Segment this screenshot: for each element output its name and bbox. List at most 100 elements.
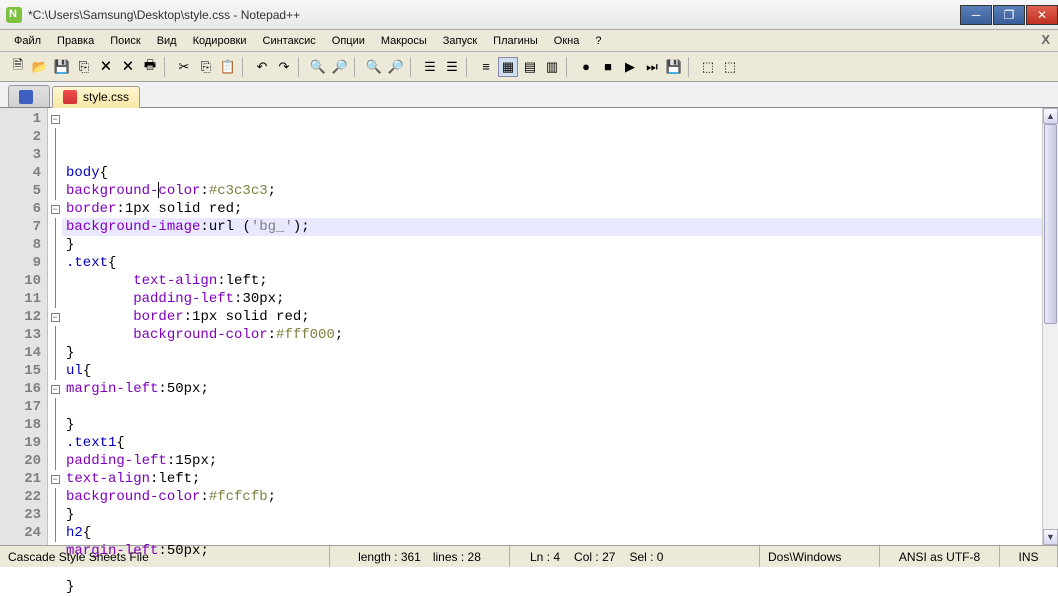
fold-marker[interactable] xyxy=(48,326,62,344)
menu-run[interactable]: Запуск xyxy=(435,32,485,50)
toolbar-button[interactable]: ▤ xyxy=(520,57,540,77)
fold-marker[interactable]: − xyxy=(48,110,62,128)
fold-marker[interactable] xyxy=(48,524,62,542)
print-button[interactable]: 🖶 xyxy=(140,57,160,77)
play-multi-button[interactable]: ⏭ xyxy=(642,57,662,77)
play-macro-button[interactable]: ▶ xyxy=(620,57,640,77)
code-line[interactable]: background-color:#c3c3c3; xyxy=(62,182,1042,200)
paste-button[interactable]: 📋 xyxy=(218,57,238,77)
fold-marker[interactable]: − xyxy=(48,200,62,218)
fold-marker[interactable] xyxy=(48,128,62,146)
code-line[interactable]: } xyxy=(62,416,1042,434)
fold-marker[interactable]: − xyxy=(48,308,62,326)
fold-marker[interactable] xyxy=(48,272,62,290)
close-file-button[interactable]: 🗙 xyxy=(96,57,116,77)
minimize-button[interactable]: ─ xyxy=(960,5,992,25)
tab-stylecss[interactable]: style.css xyxy=(52,86,140,108)
save-macro-button[interactable]: 💾 xyxy=(664,57,684,77)
code-line[interactable]: } xyxy=(62,344,1042,362)
code-line[interactable]: background-image:url ('bg_'); xyxy=(62,218,1042,236)
save-all-button[interactable]: ⎘ xyxy=(74,57,94,77)
scroll-down-arrow[interactable]: ▼ xyxy=(1043,529,1058,545)
wordwrap-button[interactable]: ▦ xyxy=(498,57,518,77)
code-line[interactable]: } xyxy=(62,578,1042,596)
code-area[interactable]: body{background-color:#c3c3c3;border:1px… xyxy=(62,108,1042,545)
fold-marker[interactable] xyxy=(48,164,62,182)
fold-marker[interactable] xyxy=(48,488,62,506)
code-line[interactable]: background-color:#fcfcfb; xyxy=(62,488,1042,506)
menu-view[interactable]: Вид xyxy=(149,32,185,50)
code-line[interactable]: body{ xyxy=(62,164,1042,182)
fold-marker[interactable] xyxy=(48,182,62,200)
fold-marker[interactable] xyxy=(48,236,62,254)
code-line[interactable]: border:1px solid red; xyxy=(62,308,1042,326)
find-button[interactable]: 🔍 xyxy=(308,57,328,77)
zoom-out-button[interactable]: 🔎 xyxy=(386,57,406,77)
open-file-button[interactable]: 📂 xyxy=(30,57,50,77)
fold-marker[interactable] xyxy=(48,254,62,272)
code-line[interactable]: } xyxy=(62,236,1042,254)
code-line[interactable]: } xyxy=(62,506,1042,524)
code-line[interactable]: ul{ xyxy=(62,362,1042,380)
code-line[interactable]: text-align:left; xyxy=(62,470,1042,488)
code-line[interactable]: text-align:left; xyxy=(62,272,1042,290)
copy-button[interactable]: ⎘ xyxy=(196,57,216,77)
redo-button[interactable]: ↷ xyxy=(274,57,294,77)
code-line[interactable] xyxy=(62,398,1042,416)
menu-help[interactable]: ? xyxy=(587,32,609,50)
code-line[interactable]: .text1{ xyxy=(62,434,1042,452)
fold-marker[interactable] xyxy=(48,506,62,524)
tab-close-x[interactable]: X xyxy=(1041,32,1050,47)
code-line[interactable]: h2{ xyxy=(62,524,1042,542)
undo-button[interactable]: ↶ xyxy=(252,57,272,77)
toolbar-button[interactable]: ☰ xyxy=(420,57,440,77)
scroll-thumb[interactable] xyxy=(1044,124,1057,324)
maximize-button[interactable]: ❐ xyxy=(993,5,1025,25)
new-file-button[interactable]: 🗎 xyxy=(8,57,28,77)
fold-marker[interactable] xyxy=(48,218,62,236)
code-line[interactable]: padding-left:30px; xyxy=(62,290,1042,308)
fold-marker[interactable] xyxy=(48,398,62,416)
code-line[interactable]: margin-left:50px; xyxy=(62,542,1042,560)
menu-options[interactable]: Опции xyxy=(324,32,373,50)
menu-edit[interactable]: Правка xyxy=(49,32,102,50)
tab-1[interactable] xyxy=(8,85,50,107)
fold-marker[interactable] xyxy=(48,434,62,452)
fold-marker[interactable] xyxy=(48,362,62,380)
menu-syntax[interactable]: Синтаксис xyxy=(255,32,324,50)
fold-marker[interactable] xyxy=(48,290,62,308)
fold-marker[interactable]: − xyxy=(48,380,62,398)
toolbar-button[interactable]: ≡ xyxy=(476,57,496,77)
fold-marker[interactable]: − xyxy=(48,470,62,488)
menu-search[interactable]: Поиск xyxy=(102,32,148,50)
code-line[interactable]: border:1px solid red; xyxy=(62,200,1042,218)
menu-file[interactable]: Файл xyxy=(6,32,49,50)
vertical-scrollbar[interactable]: ▲ ▼ xyxy=(1042,108,1058,545)
close-button[interactable]: ✕ xyxy=(1026,5,1058,25)
fold-marker[interactable] xyxy=(48,416,62,434)
menu-windows[interactable]: Окна xyxy=(546,32,588,50)
menu-macros[interactable]: Макросы xyxy=(373,32,435,50)
menu-encoding[interactable]: Кодировки xyxy=(185,32,255,50)
zoom-in-button[interactable]: 🔍 xyxy=(364,57,384,77)
stop-macro-button[interactable]: ■ xyxy=(598,57,618,77)
record-macro-button[interactable]: ● xyxy=(576,57,596,77)
close-all-button[interactable]: 🗙 xyxy=(118,57,138,77)
save-button[interactable]: 💾 xyxy=(52,57,72,77)
menu-plugins[interactable]: Плагины xyxy=(485,32,546,50)
replace-button[interactable]: 🔎 xyxy=(330,57,350,77)
cut-button[interactable]: ✂ xyxy=(174,57,194,77)
code-line[interactable]: background-color:#fff000; xyxy=(62,326,1042,344)
fold-marker[interactable] xyxy=(48,146,62,164)
code-line[interactable]: margin-left:50px; xyxy=(62,380,1042,398)
scroll-up-arrow[interactable]: ▲ xyxy=(1043,108,1058,124)
toolbar-button[interactable]: ⬚ xyxy=(720,57,740,77)
toolbar-button[interactable]: ⬚ xyxy=(698,57,718,77)
fold-marker[interactable] xyxy=(48,344,62,362)
fold-marker[interactable] xyxy=(48,452,62,470)
toolbar-button[interactable]: ☰ xyxy=(442,57,462,77)
toolbar-button[interactable]: ▥ xyxy=(542,57,562,77)
code-line[interactable]: .text{ xyxy=(62,254,1042,272)
code-line[interactable]: padding-left:15px; xyxy=(62,452,1042,470)
code-line[interactable] xyxy=(62,560,1042,578)
